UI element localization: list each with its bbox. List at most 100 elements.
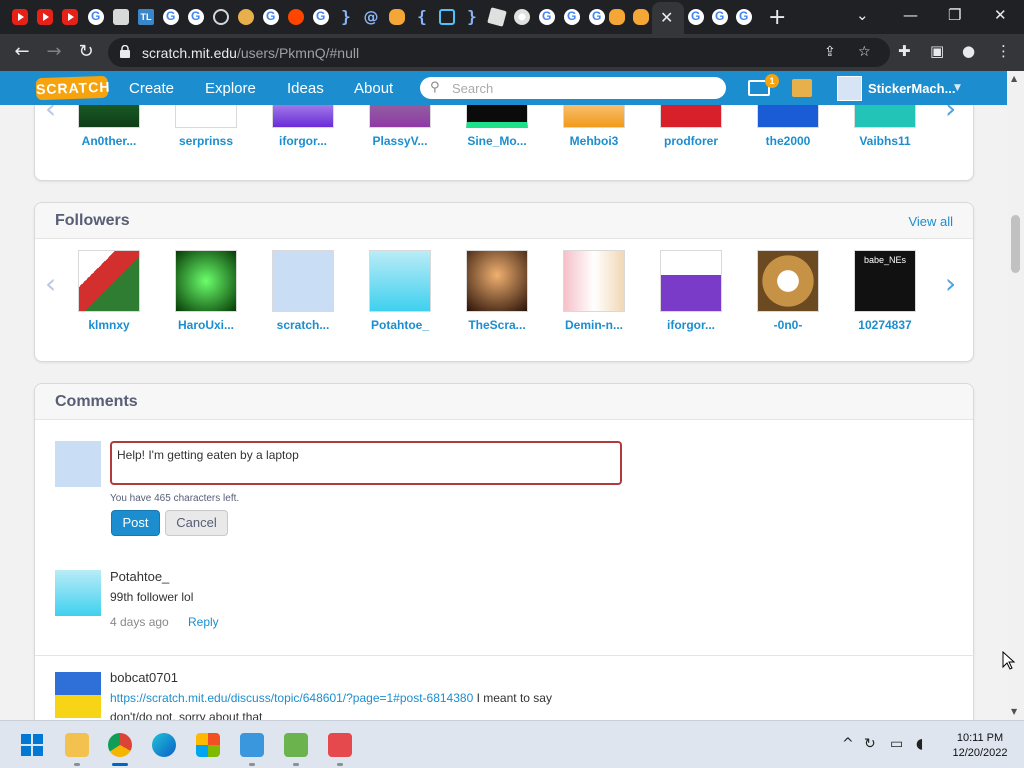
windows-start-icon[interactable] [20, 733, 44, 757]
user-thumbnail[interactable] [466, 105, 528, 128]
store-icon[interactable] [196, 733, 220, 757]
following-username[interactable]: Mehboi3 [554, 134, 634, 148]
file-explorer-icon[interactable] [65, 733, 89, 757]
user-thumbnail[interactable] [78, 105, 140, 128]
user-thumbnail[interactable] [660, 105, 722, 128]
user-thumbnail[interactable]: babe_NEs [854, 250, 916, 312]
account-username[interactable]: StickerMach... [868, 81, 955, 96]
user-thumbnail[interactable] [854, 105, 916, 128]
chrome-tab-icon[interactable] [514, 9, 530, 25]
follower-user-tile[interactable]: iforgor... [651, 250, 731, 332]
google-tab-icon[interactable] [163, 9, 179, 25]
follower-user-tile[interactable]: TheScra... [457, 250, 537, 332]
google-tab-icon[interactable] [564, 9, 580, 25]
following-user-tile[interactable]: Vaibhs11 [845, 105, 925, 148]
commenter-avatar[interactable] [55, 570, 101, 616]
google-tab-icon[interactable] [712, 9, 728, 25]
roblox-tab-icon[interactable] [487, 7, 507, 27]
youtube-tab-icon[interactable] [37, 9, 53, 25]
lock-icon[interactable] [120, 45, 130, 58]
caret-down-icon[interactable]: ▼ [954, 83, 961, 93]
scroll-up-arrow-icon[interactable]: ▲ [1011, 74, 1017, 83]
following-user-tile[interactable]: iforgor... [263, 105, 343, 148]
close-tab-icon[interactable]: ✕ [660, 8, 673, 27]
following-user-tile[interactable]: Sine_Mo... [457, 105, 537, 148]
url-text[interactable]: scratch.mit.edu/users/PkmnQ/#null [142, 45, 359, 61]
paint-icon[interactable] [284, 733, 308, 757]
back-icon[interactable]: ← [10, 40, 34, 64]
google-tab-icon[interactable] [736, 9, 752, 25]
scrollbar-thumb[interactable] [1011, 215, 1020, 273]
monitor-tab-icon[interactable] [113, 9, 129, 25]
scratch-cat-tab-icon[interactable] [633, 9, 649, 25]
scratch-cat-tab-icon[interactable] [389, 9, 405, 25]
view-all-link[interactable]: View all [908, 214, 953, 229]
follower-username[interactable]: HaroUxi... [166, 318, 246, 332]
comment-author[interactable]: Potahtoe_ [110, 569, 169, 584]
signal-tab-icon[interactable] [213, 9, 229, 25]
post-button[interactable]: Post [111, 510, 160, 536]
follower-user-tile[interactable]: -0n0- [748, 250, 828, 332]
code-brace-tab-icon[interactable]: } [464, 9, 480, 25]
following-user-tile[interactable]: PlassyV... [360, 105, 440, 148]
user-thumbnail[interactable] [369, 250, 431, 312]
minimize-icon[interactable]: — [903, 6, 918, 24]
extensions-puzzle-icon[interactable]: ✚ [898, 42, 911, 60]
user-thumbnail[interactable] [175, 250, 237, 312]
share-icon[interactable]: ⇪ [824, 44, 836, 60]
user-thumbnail[interactable] [272, 105, 334, 128]
following-username[interactable]: serprinss [166, 134, 246, 148]
comment-author[interactable]: bobcat0701 [110, 670, 178, 685]
cookie-tab-icon[interactable] [238, 9, 254, 25]
google-tab-icon[interactable] [188, 9, 204, 25]
following-username[interactable]: PlassyV... [360, 134, 440, 148]
follower-username[interactable]: scratch... [263, 318, 343, 332]
code-brace-tab-icon[interactable]: { [414, 9, 430, 25]
follower-username[interactable]: iforgor... [651, 318, 731, 332]
google-tab-icon[interactable] [313, 9, 329, 25]
comment-textarea[interactable]: Help! I'm getting eaten by a laptop [110, 441, 622, 485]
follower-username[interactable]: Potahtoe_ [360, 318, 440, 332]
chevron-up-icon[interactable]: ^ [842, 736, 854, 752]
scroll-left-arrow-icon[interactable]: ‹ [45, 105, 56, 125]
following-username[interactable]: An0ther... [69, 134, 149, 148]
google-tab-icon[interactable] [88, 9, 104, 25]
cancel-button[interactable]: Cancel [165, 510, 228, 536]
following-username[interactable]: prodforer [651, 134, 731, 148]
follower-user-tile[interactable]: scratch... [263, 250, 343, 332]
code-brace-tab-icon[interactable]: } [338, 9, 354, 25]
following-username[interactable]: iforgor... [263, 134, 343, 148]
follower-user-tile[interactable]: HaroUxi... [166, 250, 246, 332]
network-icon[interactable]: ▭ [890, 736, 903, 752]
side-panel-icon[interactable]: ▣ [930, 42, 944, 60]
follower-user-tile[interactable]: Potahtoe_ [360, 250, 440, 332]
close-window-icon[interactable]: ✕ [994, 6, 1007, 24]
square-tab-icon[interactable] [439, 9, 455, 25]
user-thumbnail[interactable] [757, 250, 819, 312]
following-user-tile[interactable]: An0ther... [69, 105, 149, 148]
youtube-tab-icon[interactable] [12, 9, 28, 25]
nav-create[interactable]: Create [129, 80, 174, 97]
youtube-tab-icon[interactable] [62, 9, 78, 25]
following-user-tile[interactable]: Mehboi3 [554, 105, 634, 148]
address-bar[interactable]: scratch.mit.edu/users/PkmnQ/#null ⇪ ☆ [108, 38, 890, 67]
tl-tab-icon[interactable]: TL [138, 9, 154, 25]
scroll-left-arrow-icon[interactable]: ‹ [45, 267, 56, 300]
at-sign-tab-icon[interactable]: @ [363, 9, 379, 25]
reply-link[interactable]: Reply [188, 615, 219, 629]
profile-icon[interactable]: ● [962, 42, 975, 60]
search-bar[interactable]: ⚲ [420, 77, 726, 99]
restore-icon[interactable]: ❐ [948, 6, 961, 24]
user-thumbnail[interactable] [757, 105, 819, 128]
scroll-down-arrow-icon[interactable]: ▼ [1011, 707, 1017, 716]
tab-search-icon[interactable]: ⌄ [856, 6, 869, 24]
menu-kebab-icon[interactable]: ⋮ [996, 42, 1011, 60]
follower-username[interactable]: klmnxy [69, 318, 149, 332]
snipping-tool-icon[interactable] [328, 733, 352, 757]
user-thumbnail[interactable] [563, 105, 625, 128]
following-username[interactable]: Vaibhs11 [845, 134, 925, 148]
following-username[interactable]: Sine_Mo... [457, 134, 537, 148]
volume-icon[interactable]: ◖ [916, 736, 923, 752]
system-clock[interactable]: 10:11 PM 12/20/2022 [944, 731, 1016, 761]
following-user-tile[interactable]: serprinss [166, 105, 246, 148]
